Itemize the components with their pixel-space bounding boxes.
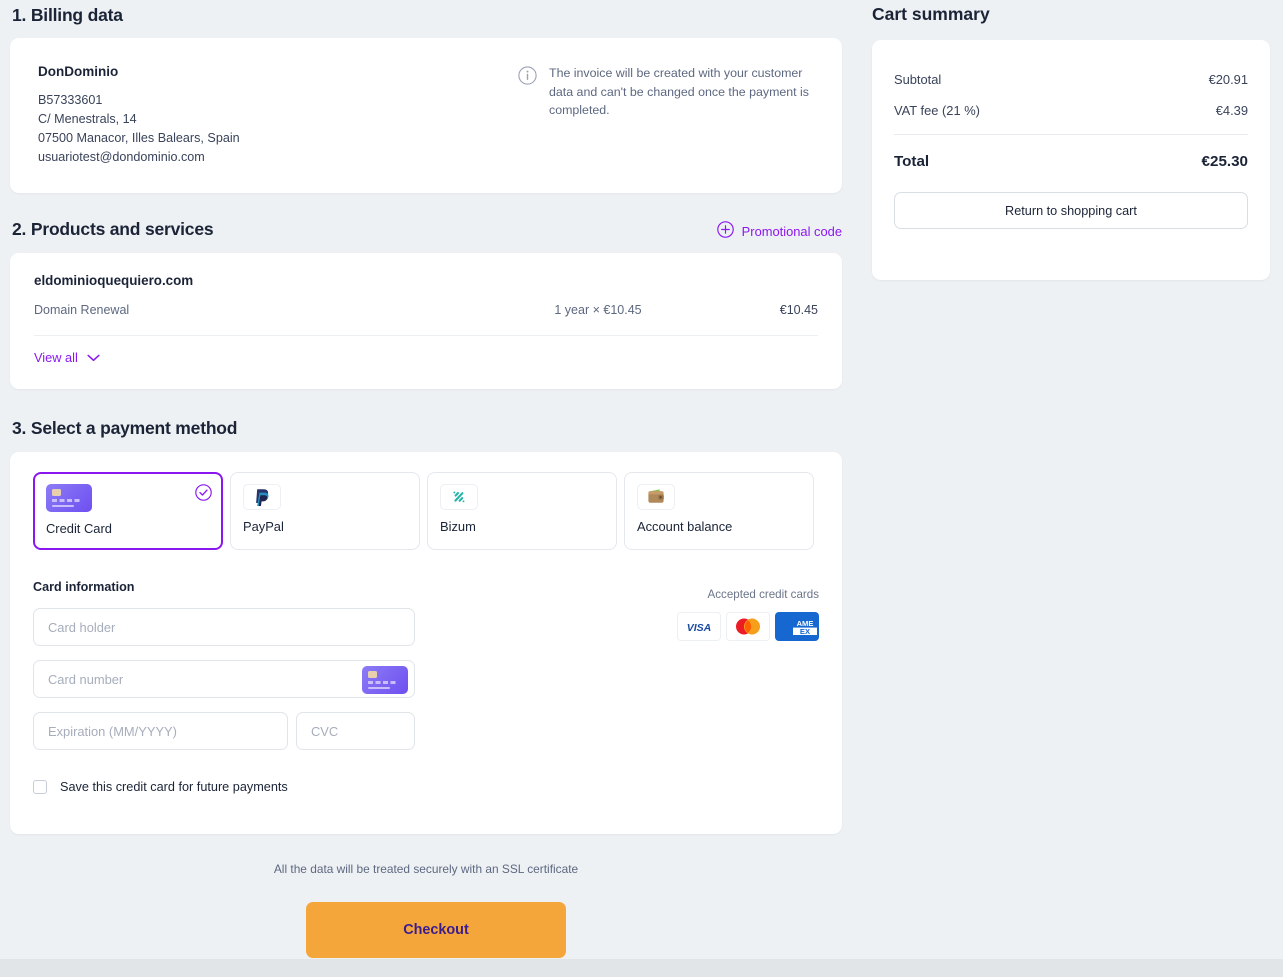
view-all-button[interactable]: View all	[10, 336, 842, 365]
accepted-cards-label: Accepted credit cards	[707, 588, 819, 601]
product-name: Domain Renewal	[34, 303, 130, 317]
payment-method-label: PayPal	[243, 519, 284, 534]
summary-row-subtotal: Subtotal €20.91	[894, 72, 1248, 87]
checkout-page: 1. Billing data DonDominio B57333601 C/ …	[0, 0, 1283, 977]
billing-notice: The invoice will be created with your cu…	[518, 64, 818, 120]
svg-text:VISA: VISA	[687, 622, 712, 633]
mastercard-icon	[726, 612, 770, 641]
return-to-cart-button[interactable]: Return to shopping cart	[894, 192, 1248, 229]
promotional-code-button[interactable]: Promotional code	[716, 221, 842, 241]
bottom-edge-band	[0, 959, 1283, 977]
card-cvc-input[interactable]: CVC	[296, 712, 415, 750]
bizum-icon	[440, 484, 478, 510]
card-number-input[interactable]: Card number	[33, 660, 415, 698]
product-domain: eldominioquequiero.com	[34, 273, 194, 288]
payment-method-card: Credit Card PayPal Bizum Account balance…	[10, 452, 842, 834]
total-value: €25.30	[1201, 153, 1248, 170]
wallet-icon	[637, 484, 675, 510]
products-section-title: 2. Products and services	[12, 219, 214, 239]
product-quantity: 1 year × €10.45	[554, 303, 642, 317]
chevron-down-icon	[87, 350, 100, 365]
payment-section-title: 3. Select a payment method	[12, 418, 238, 438]
paypal-icon	[243, 484, 281, 510]
payment-method-label: Credit Card	[46, 521, 112, 536]
product-price: €10.45	[779, 303, 818, 317]
card-holder-placeholder: Card holder	[48, 619, 116, 635]
summary-row-total: Total €25.30	[894, 153, 1248, 170]
summary-divider	[894, 134, 1248, 135]
payment-method-label: Account balance	[637, 519, 733, 534]
summary-label: VAT fee (21 %)	[894, 103, 980, 118]
billing-email: usuariotest@dondominio.com	[38, 150, 205, 164]
billing-notice-text: The invoice will be created with your cu…	[549, 66, 810, 117]
card-number-placeholder: Card number	[48, 671, 124, 687]
summary-label: Subtotal	[894, 72, 942, 87]
payment-method-account-balance[interactable]: Account balance	[624, 472, 814, 550]
amex-icon: AME EX	[775, 612, 819, 641]
card-expiration-placeholder: Expiration (MM/YYYY)	[48, 723, 177, 739]
billing-section-title: 1. Billing data	[12, 5, 123, 25]
payment-method-credit-card[interactable]: Credit Card	[33, 472, 223, 550]
summary-value: €20.91	[1208, 72, 1248, 87]
card-expiration-input[interactable]: Expiration (MM/YYYY)	[33, 712, 288, 750]
payment-method-label: Bizum	[440, 519, 476, 534]
save-card-label: Save this credit card for future payment…	[60, 780, 288, 794]
payment-method-paypal[interactable]: PayPal	[230, 472, 420, 550]
visa-icon: VISA	[677, 612, 721, 641]
svg-text:EX: EX	[800, 627, 810, 636]
plus-circle-icon	[716, 221, 734, 241]
summary-row-vat: VAT fee (21 %) €4.39	[894, 103, 1248, 118]
cart-summary-card: Subtotal €20.91 VAT fee (21 %) €4.39 Tot…	[872, 40, 1270, 280]
billing-city: 07500 Manacor, Illes Balears, Spain	[38, 131, 240, 145]
payment-method-bizum[interactable]: Bizum	[427, 472, 617, 550]
selected-check-icon	[195, 484, 212, 506]
total-label: Total	[894, 153, 930, 170]
billing-data-card: DonDominio B57333601 C/ Menestrals, 14 0…	[10, 38, 842, 193]
product-item: eldominioquequiero.com Domain Renewal 1 …	[10, 253, 842, 336]
card-cvc-placeholder: CVC	[311, 723, 339, 739]
card-holder-input[interactable]: Card holder	[33, 608, 415, 646]
summary-value: €4.39	[1215, 103, 1248, 118]
promotional-code-label: Promotional code	[741, 223, 842, 239]
save-card-row: Save this credit card for future payment…	[33, 780, 819, 794]
products-card: eldominioquequiero.com Domain Renewal 1 …	[10, 253, 842, 389]
cart-summary-title: Cart summary	[872, 4, 990, 24]
info-icon	[518, 66, 537, 85]
checkout-button[interactable]: Checkout	[306, 902, 566, 958]
view-all-label: View all	[34, 350, 78, 365]
payment-method-list: Credit Card PayPal Bizum Account balance	[33, 472, 819, 550]
accepted-cards: Accepted credit cards VISA AME EX	[677, 588, 819, 641]
save-card-checkbox[interactable]	[33, 780, 47, 794]
ssl-note: All the data will be treated securely wi…	[273, 862, 579, 876]
credit-card-icon	[362, 666, 408, 694]
credit-card-icon	[46, 484, 92, 512]
